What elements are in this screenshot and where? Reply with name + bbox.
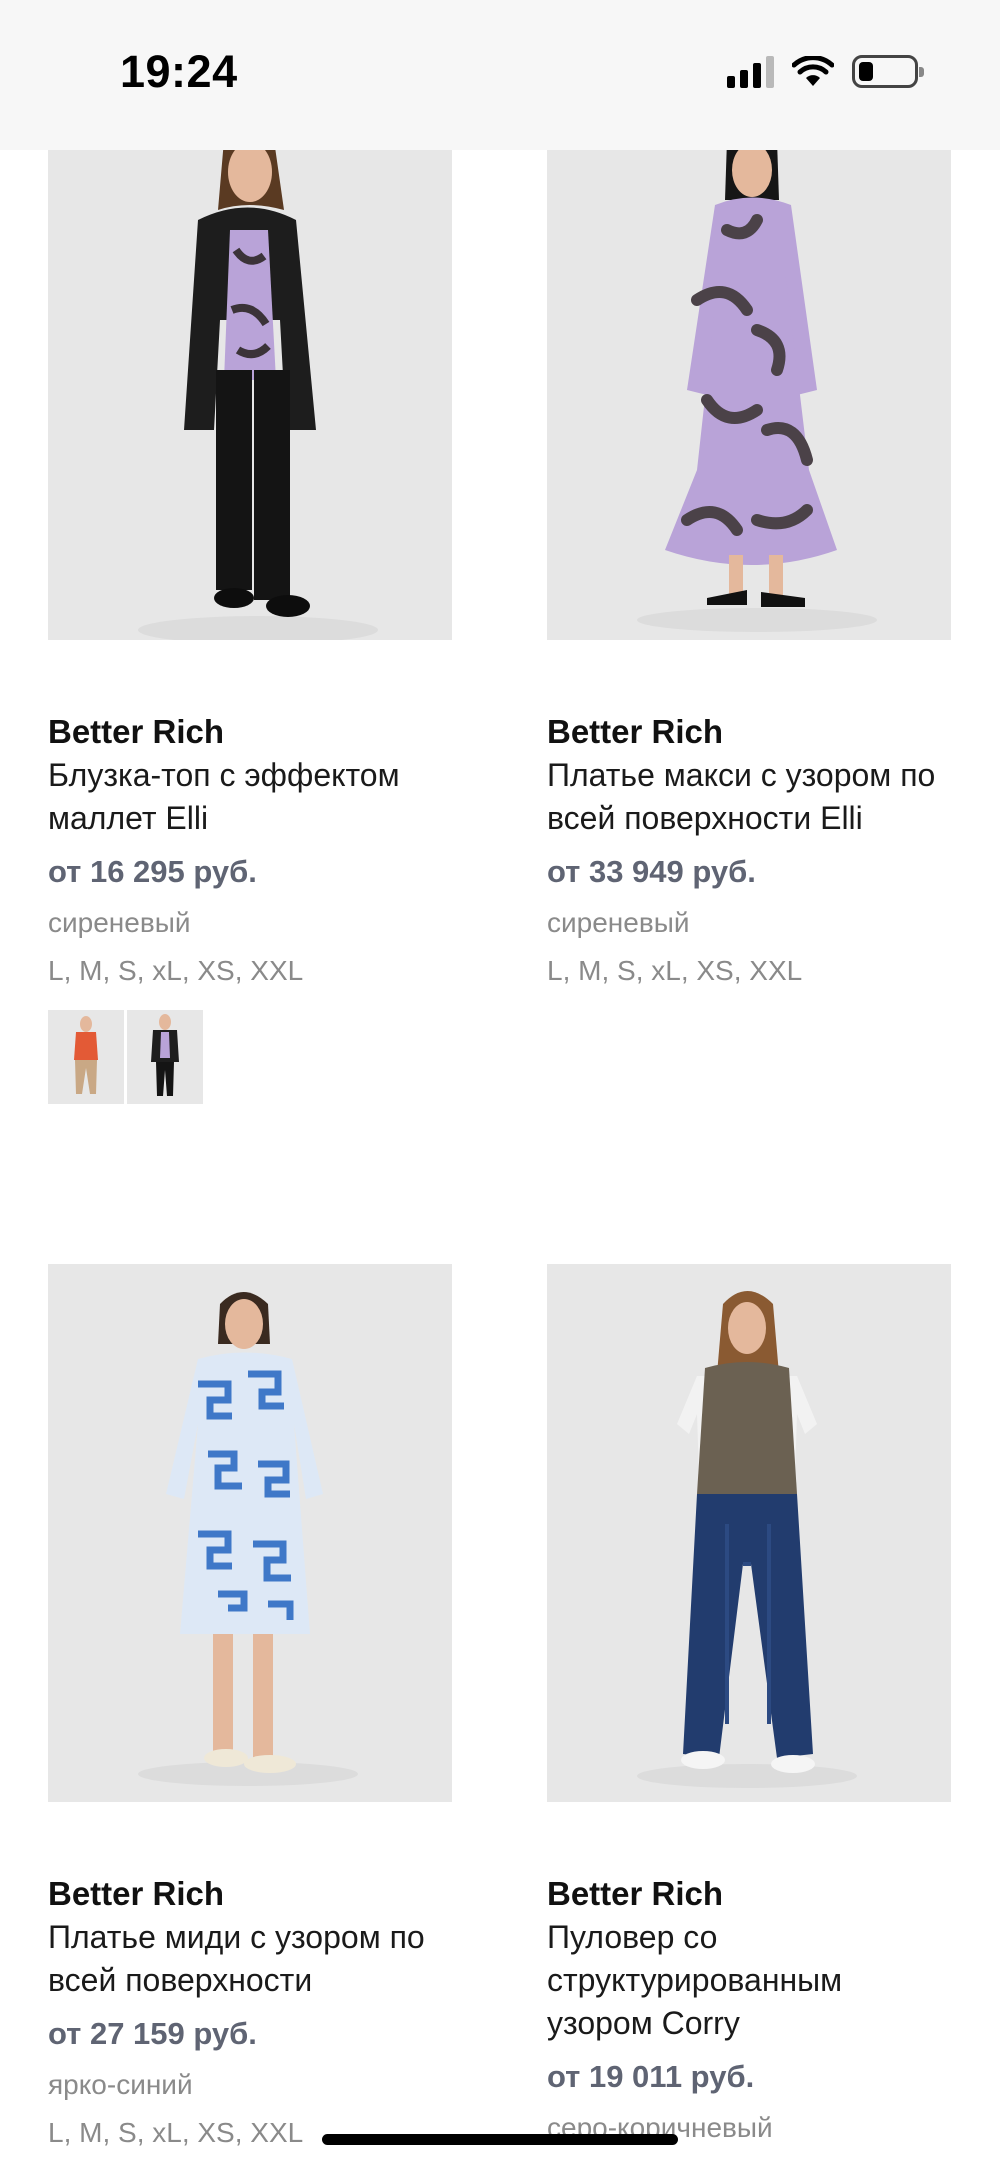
product-image[interactable] xyxy=(48,100,452,640)
wifi-icon xyxy=(792,55,834,86)
product-listing-page: 19:24 Better Rich Блузка-топ с эффектом … xyxy=(0,0,1000,2168)
product-sizes: L, M, S, xL, XS, XXL xyxy=(547,955,803,986)
home-indicator[interactable] xyxy=(322,2134,678,2145)
product-price: от 27 159 руб. xyxy=(48,2016,257,2051)
product-image[interactable] xyxy=(48,1264,452,1802)
product-info: Better Rich Платье макси с узором по все… xyxy=(547,712,951,988)
color-variants xyxy=(48,1010,452,1104)
product-photo-figure xyxy=(637,124,877,632)
product-info: Better Rich Пуловер со структурированным… xyxy=(547,1874,951,2145)
product-image[interactable] xyxy=(547,100,951,640)
status-time: 19:24 xyxy=(120,46,238,97)
variant-thumbnail-orange[interactable] xyxy=(48,1010,124,1104)
status-bar: 19:24 xyxy=(0,0,1000,150)
variant-thumbnail-black[interactable] xyxy=(127,1010,203,1104)
product-title[interactable]: Платье миди с узором по всей поверхности xyxy=(48,1916,452,2002)
product-color: сиреневый xyxy=(547,907,690,938)
product-color: ярко-синий xyxy=(48,2069,193,2100)
product-brand: Better Rich xyxy=(547,713,724,750)
product-title[interactable]: Пуловер со структурированным узором Corr… xyxy=(547,1916,951,2045)
product-photo-figure xyxy=(637,1291,857,1788)
product-info: Better Rich Блузка-топ с эффектом маллет… xyxy=(48,712,452,1104)
status-icons xyxy=(727,55,924,88)
product-title[interactable]: Платье макси с узором по всей поверхност… xyxy=(547,754,951,840)
product-sizes: L, M, S, xL, XS, XXL xyxy=(48,955,304,986)
product-card[interactable]: Better Rich Платье макси с узором по все… xyxy=(547,100,951,988)
product-color: сиреневый xyxy=(48,907,191,938)
product-price: от 19 011 руб. xyxy=(547,2059,755,2094)
product-card[interactable]: Better Rich Пуловер со структурированным… xyxy=(547,1264,951,2145)
product-photo-figure xyxy=(138,125,378,640)
battery-icon xyxy=(852,55,924,88)
product-brand: Better Rich xyxy=(48,1875,225,1912)
product-photo-figure xyxy=(138,1292,358,1786)
product-brand: Better Rich xyxy=(48,713,225,750)
product-card[interactable]: Better Rich Блузка-топ с эффектом маллет… xyxy=(48,100,452,1104)
product-price: от 33 949 руб. xyxy=(547,854,756,889)
cellular-signal-icon xyxy=(727,55,774,88)
product-brand: Better Rich xyxy=(547,1875,724,1912)
product-title[interactable]: Блузка-топ с эффектом маллет Elli xyxy=(48,754,452,840)
product-card[interactable]: Better Rich Платье миди с узором по всей… xyxy=(48,1264,452,2150)
product-info: Better Rich Платье миди с узором по всей… xyxy=(48,1874,452,2150)
product-image[interactable] xyxy=(547,1264,951,1802)
product-price: от 16 295 руб. xyxy=(48,854,257,889)
